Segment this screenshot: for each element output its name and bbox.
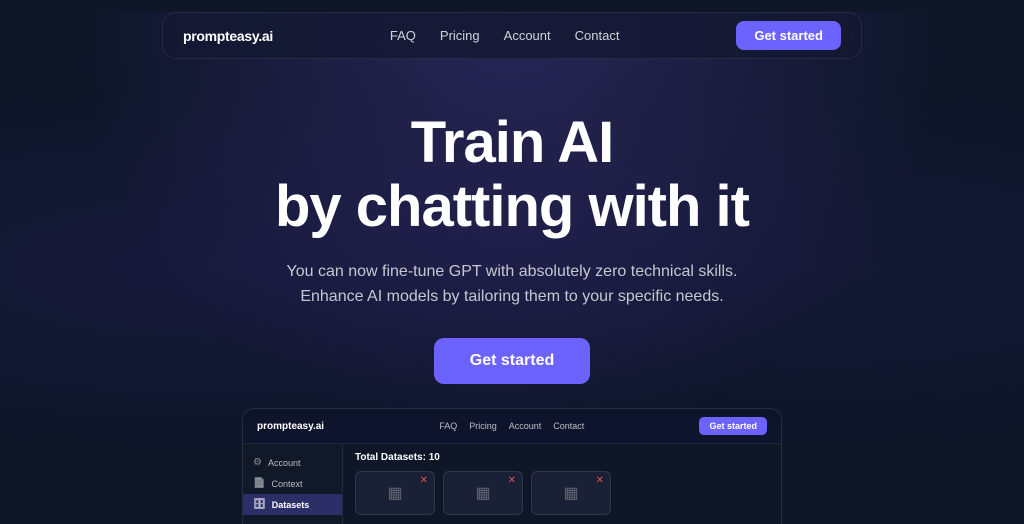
account-icon: ⚙ — [253, 457, 262, 468]
navbar-logo: prompteasy.ai — [183, 28, 273, 44]
preview-logo: prompteasy.ai — [257, 421, 324, 432]
dataset-icon-1: ▦ — [387, 483, 402, 503]
preview-nav-links: FAQ Pricing Account Contact — [439, 421, 584, 431]
nav-link-pricing[interactable]: Pricing — [440, 28, 480, 43]
preview-nav-pricing: Pricing — [469, 421, 497, 431]
dataset-icon-2: ▦ — [475, 483, 490, 503]
hero-title-line1: Train AI — [411, 110, 614, 175]
nav-link-contact[interactable]: Contact — [575, 28, 620, 43]
preview-sidebar-account-label: Account — [268, 458, 301, 468]
preview-nav-account: Account — [509, 421, 542, 431]
nav-link-account[interactable]: Account — [504, 28, 551, 43]
preview-sidebar-context[interactable]: 📄 Context — [243, 473, 342, 494]
preview-sidebar-context-label: Context — [271, 479, 302, 489]
preview-card-1: ✕ ▦ — [355, 471, 435, 515]
close-icon-2[interactable]: ✕ — [508, 476, 516, 486]
context-icon: 📄 — [253, 478, 265, 489]
preview-navbar: prompteasy.ai FAQ Pricing Account Contac… — [243, 409, 781, 444]
hero-title-line2: by chatting with it — [275, 174, 749, 239]
navbar: prompteasy.ai FAQ Pricing Account Contac… — [162, 12, 862, 59]
close-icon-1[interactable]: ✕ — [420, 476, 428, 486]
navbar-cta-button[interactable]: Get started — [736, 21, 841, 50]
app-preview: prompteasy.ai FAQ Pricing Account Contac… — [242, 408, 782, 524]
preview-sidebar-account[interactable]: ⚙ Account — [243, 452, 342, 473]
preview-main: Total Datasets: 10 ✕ ▦ ✕ ▦ ✕ ▦ — [343, 444, 781, 524]
hero-subtitle-line2: Enhance AI models by tailoring them to y… — [300, 288, 723, 305]
preview-nav-faq: FAQ — [439, 421, 457, 431]
hero-section: Train AI by chatting with it You can now… — [0, 71, 1024, 384]
preview-card-3: ✕ ▦ — [531, 471, 611, 515]
preview-cta-button[interactable]: Get started — [699, 417, 767, 435]
preview-content: ⚙ Account 📄 Context 🗄 Datasets Total Dat… — [243, 444, 781, 524]
preview-card-2: ✕ ▦ — [443, 471, 523, 515]
preview-cards: ✕ ▦ ✕ ▦ ✕ ▦ — [355, 471, 769, 515]
nav-link-faq[interactable]: FAQ — [390, 28, 416, 43]
navbar-links: FAQ Pricing Account Contact — [390, 28, 620, 43]
hero-subtitle-line1: You can now fine-tune GPT with absolutel… — [287, 263, 738, 280]
preview-sidebar-datasets-label: Datasets — [272, 500, 310, 510]
datasets-icon: 🗄 — [253, 499, 266, 510]
close-icon-3[interactable]: ✕ — [596, 476, 604, 486]
preview-datasets-title: Total Datasets: 10 — [355, 452, 769, 463]
preview-sidebar: ⚙ Account 📄 Context 🗄 Datasets — [243, 444, 343, 524]
hero-title: Train AI by chatting with it — [275, 111, 749, 239]
hero-subtitle: You can now fine-tune GPT with absolutel… — [287, 259, 738, 310]
hero-cta-button[interactable]: Get started — [434, 338, 590, 384]
dataset-icon-3: ▦ — [563, 483, 578, 503]
preview-nav-contact: Contact — [553, 421, 584, 431]
